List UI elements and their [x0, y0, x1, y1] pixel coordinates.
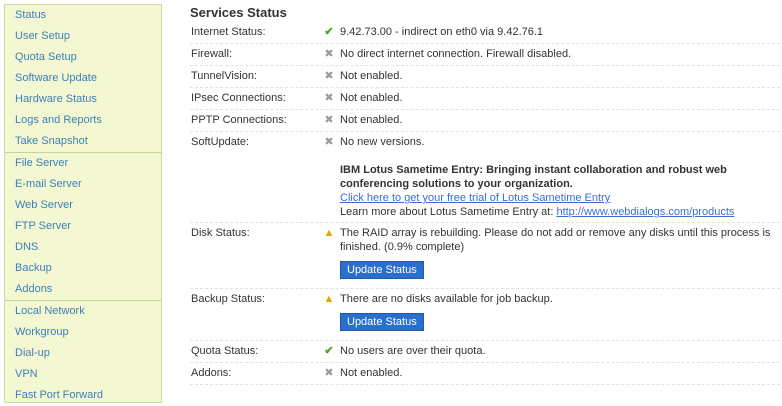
row-value-group: There are no disks available for job bac…: [340, 289, 780, 340]
status-row-addons: Addons: ✖ Not enabled.: [190, 363, 780, 385]
check-icon: ✔: [324, 345, 334, 357]
sidebar-group-services: File Server E-mail Server Web Server FTP…: [5, 153, 161, 301]
x-icon: ✖: [324, 367, 334, 379]
x-icon: ✖: [324, 92, 334, 104]
sidebar-item-addons[interactable]: Addons: [5, 279, 161, 300]
sidebar-item-local-network[interactable]: Local Network: [5, 301, 161, 322]
x-icon: ✖: [324, 114, 334, 126]
learn-more-link[interactable]: http://www.webdialogs.com/products: [556, 206, 734, 218]
row-label: PPTP Connections:: [191, 114, 287, 126]
row-value: No direct internet connection. Firewall …: [340, 48, 572, 60]
update-disk-status-button[interactable]: Update Status: [340, 261, 424, 279]
status-row-softupdate: SoftUpdate: ✖ No new versions. IBM Lotus…: [190, 132, 780, 223]
learn-more-line: Learn more about Lotus Sametime Entry at…: [340, 205, 780, 219]
row-label: Backup Status:: [191, 293, 265, 305]
row-label: TunnelVision:: [191, 70, 258, 82]
promo-title: IBM Lotus Sametime Entry: Bringing insta…: [340, 164, 727, 190]
trial-link[interactable]: Click here to get your free trial of Lot…: [340, 192, 610, 204]
sidebar-item-user-setup[interactable]: User Setup: [5, 26, 161, 47]
x-icon: ✖: [324, 48, 334, 60]
row-label: Firewall:: [191, 48, 232, 60]
sidebar-item-logs-reports[interactable]: Logs and Reports: [5, 110, 161, 131]
status-row-tunnelvision: TunnelVision: ✖ Not enabled.: [190, 66, 780, 88]
status-row-quota: Quota Status: ✔ No users are over their …: [190, 341, 780, 363]
sidebar-item-fast-port-forward[interactable]: Fast Port Forward: [5, 385, 161, 406]
row-label: SoftUpdate:: [191, 136, 250, 148]
learn-more-text: Learn more about Lotus Sametime Entry at…: [340, 206, 557, 218]
row-value: No users are over their quota.: [340, 345, 486, 357]
sidebar-item-web-server[interactable]: Web Server: [5, 195, 161, 216]
sidebar-item-vpn[interactable]: VPN: [5, 364, 161, 385]
x-icon: ✖: [324, 136, 334, 148]
x-icon: ✖: [324, 70, 334, 82]
status-row-disk: Disk Status: ▲ The RAID array is rebuild…: [190, 223, 780, 289]
sidebar-item-ftp-server[interactable]: FTP Server: [5, 216, 161, 237]
sidebar-item-take-snapshot[interactable]: Take Snapshot: [5, 131, 161, 152]
status-row-backup: Backup Status: ▲ There are no disks avai…: [190, 289, 780, 341]
sidebar-item-quota-setup[interactable]: Quota Setup: [5, 47, 161, 68]
check-icon: ✔: [324, 26, 334, 38]
row-value: 9.42.73.00 - indirect on eth0 via 9.42.7…: [340, 26, 544, 38]
warning-icon: ▲: [323, 293, 335, 305]
sidebar-nav: Status User Setup Quota Setup Software U…: [4, 4, 162, 403]
status-row-ipsec: IPsec Connections: ✖ Not enabled.: [190, 88, 780, 110]
sidebar-item-software-update[interactable]: Software Update: [5, 68, 161, 89]
sidebar-item-dialup[interactable]: Dial-up: [5, 343, 161, 364]
sidebar-item-dns[interactable]: DNS: [5, 237, 161, 258]
row-value-group: No new versions. IBM Lotus Sametime Entr…: [340, 132, 780, 222]
sidebar-item-backup[interactable]: Backup: [5, 258, 161, 279]
row-label: Quota Status:: [191, 345, 259, 357]
sidebar-item-email-server[interactable]: E-mail Server: [5, 174, 161, 195]
sidebar-item-file-server[interactable]: File Server: [5, 153, 161, 174]
update-backup-status-button[interactable]: Update Status: [340, 313, 424, 331]
row-label: Disk Status:: [191, 227, 250, 239]
row-value: Not enabled.: [340, 114, 403, 126]
row-value-group: The RAID array is rebuilding. Please do …: [340, 223, 780, 288]
sidebar-group-network: Local Network Workgroup Dial-up VPN Fast…: [5, 301, 161, 406]
warning-icon: ▲: [323, 227, 335, 239]
status-row-pptp: PPTP Connections: ✖ Not enabled.: [190, 110, 780, 132]
row-label: Internet Status:: [191, 26, 266, 38]
row-value: Not enabled.: [340, 92, 403, 104]
row-value: Not enabled.: [340, 70, 403, 82]
services-status-panel: Services Status Internet Status: ✔ 9.42.…: [190, 4, 780, 385]
sidebar-group-system: Status User Setup Quota Setup Software U…: [5, 5, 161, 153]
sidebar-item-status[interactable]: Status: [5, 5, 161, 26]
row-value: The RAID array is rebuilding. Please do …: [340, 227, 771, 253]
row-value: No new versions.: [340, 136, 425, 148]
row-value: Not enabled.: [340, 367, 403, 379]
row-label: IPsec Connections:: [191, 92, 286, 104]
row-label: Addons:: [191, 367, 232, 379]
sidebar-item-workgroup[interactable]: Workgroup: [5, 322, 161, 343]
status-row-firewall: Firewall: ✖ No direct internet connectio…: [190, 44, 780, 66]
status-row-internet: Internet Status: ✔ 9.42.73.00 - indirect…: [190, 22, 780, 44]
page-title: Services Status: [190, 5, 287, 20]
row-value: There are no disks available for job bac…: [340, 293, 553, 305]
sidebar-item-hardware-status[interactable]: Hardware Status: [5, 89, 161, 110]
